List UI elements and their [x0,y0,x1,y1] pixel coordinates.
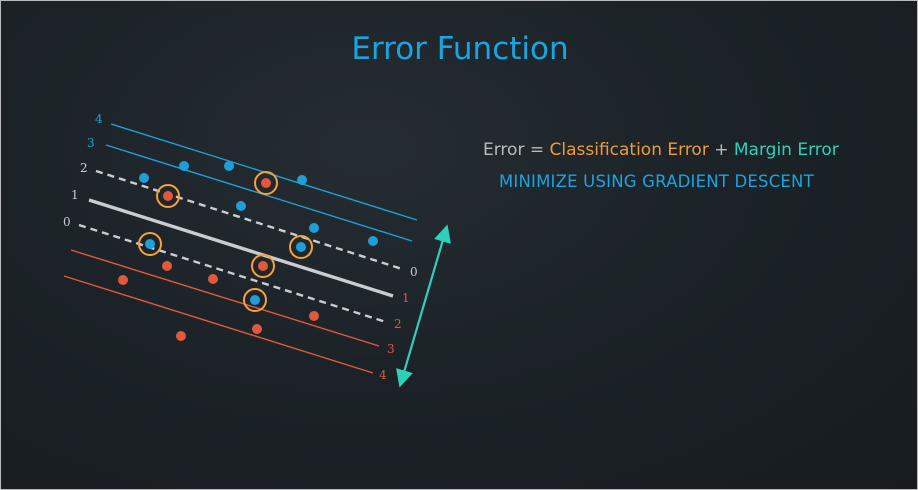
svm-margin-diagram: 4 3 2 1 0 0 1 2 3 4 [63,112,451,388]
right-label-4: 4 [379,368,387,382]
slide: Error Function Error = Classification Er… [0,0,918,490]
right-label-3: 3 [387,342,395,356]
blue-point [297,175,307,185]
blue-point [236,201,246,211]
left-label-0: 0 [63,215,71,229]
left-label-4: 4 [95,112,103,126]
left-label-3: 3 [87,136,95,150]
red-point [118,275,128,285]
left-label-2: 2 [80,161,88,175]
red-margin-line-3 [70,249,380,347]
blue-margin-line-3 [105,144,413,242]
blue-point [139,173,149,183]
red-point [208,274,218,284]
left-label-1: 1 [71,188,79,202]
highlighted-red-point [156,184,180,208]
right-label-2: 2 [394,317,402,331]
blue-point [368,236,378,246]
highlighted-red-point [251,254,275,278]
red-point [162,261,172,271]
blue-point [224,161,234,171]
margin-line-2-dashed [95,169,403,271]
right-label-0: 0 [410,265,418,279]
blue-point [179,161,189,171]
highlighted-blue-point [289,235,313,259]
margin-line-0-dashed [78,223,387,324]
red-point [252,324,262,334]
red-point [176,331,186,341]
right-label-1: 1 [402,291,410,305]
margin-width-arrow [396,224,451,388]
highlighted-red-point [254,171,278,195]
blue-point [309,223,319,233]
red-point [309,311,319,321]
red-margin-line-4 [63,275,374,374]
decision-boundary-line [88,198,394,298]
